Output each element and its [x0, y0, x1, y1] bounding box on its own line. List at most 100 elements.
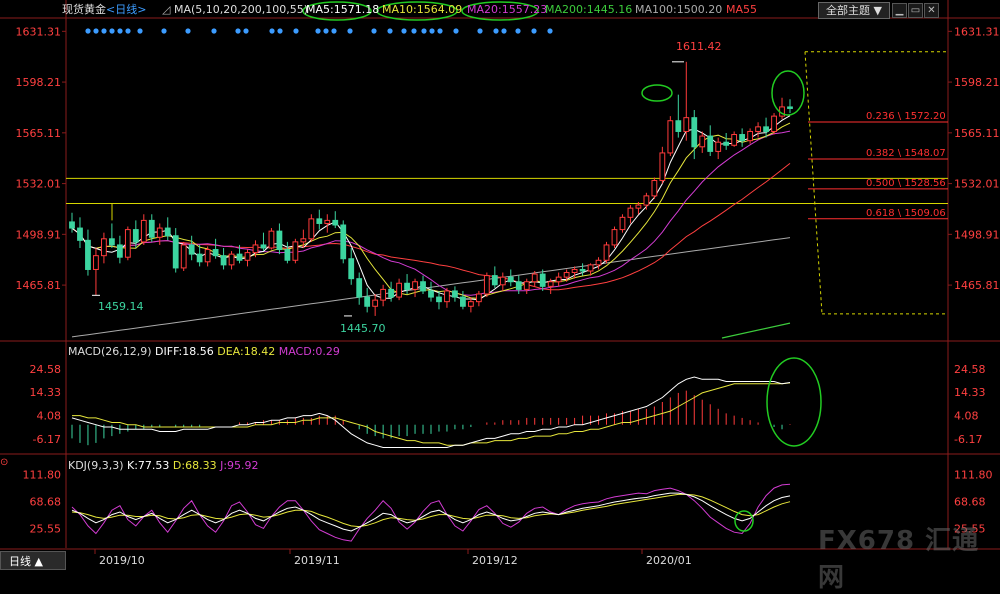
candle-body: [156, 227, 163, 238]
macd-y-label-right: -6.17: [954, 433, 982, 446]
candle-body: [268, 230, 275, 249]
candle-body: [771, 115, 777, 132]
y-tick-label-left: 1598.21: [16, 76, 62, 89]
candle-body: [499, 276, 506, 286]
candle-body: [420, 281, 426, 292]
candle-body: [531, 273, 538, 283]
candle-body: [507, 276, 514, 283]
candle-body: [635, 204, 642, 209]
low-price-label-2: 1445.70: [340, 322, 386, 335]
candle-body: [787, 106, 793, 109]
ma200-value: MA200:1445.16: [545, 3, 633, 16]
candle-body: [587, 264, 594, 272]
x-tick-label: 2019/11: [294, 554, 340, 567]
signal-dot: [109, 28, 115, 34]
signal-dot: [117, 28, 123, 34]
theme-select-button[interactable]: 全部主题 ▼: [818, 2, 890, 19]
candle-body: [691, 117, 698, 148]
candle-body: [611, 229, 618, 246]
fib-level-label: 0.618 \ 1509.06: [866, 208, 946, 219]
fib-range-diagonal: [804, 51, 823, 314]
period-label[interactable]: <日线>: [106, 3, 146, 16]
settings-dot-icon[interactable]: ⊙: [0, 457, 8, 468]
signal-dot: [137, 28, 143, 34]
kdj-label: KDJ(9,3,3): [68, 459, 124, 472]
candle-body: [555, 276, 562, 283]
ma200-line: [721, 322, 791, 339]
candle-body: [332, 219, 339, 226]
candle-body: [523, 281, 530, 290]
fib-level-label: 0.500 \ 1528.56: [866, 178, 946, 189]
candle-body: [93, 255, 99, 270]
y-tick-label-right: 1565.11: [954, 127, 1000, 140]
candle-body: [252, 244, 259, 254]
candle-body: [547, 281, 554, 287]
kdj-y-label-right: 68.68: [954, 496, 986, 509]
candle-body: [579, 268, 586, 272]
candle-body: [380, 288, 387, 301]
x-tick-label: 2019/12: [472, 554, 518, 567]
candle-body: [755, 126, 761, 132]
ma20-value: MA20:1557.23: [467, 3, 548, 16]
signal-dot: [401, 28, 407, 34]
highlight-ellipse-high: [641, 84, 673, 102]
signal-dot: [85, 28, 91, 34]
candle-body: [723, 141, 730, 146]
signal-dot: [235, 28, 241, 34]
period-tab[interactable]: 日线 ▲: [0, 551, 66, 570]
signal-dot: [531, 28, 537, 34]
x-tick-label: 2020/01: [646, 554, 692, 567]
candle-body: [124, 229, 131, 258]
signal-dot: [515, 28, 521, 34]
candle-body: [172, 235, 179, 269]
signal-dot: [411, 28, 417, 34]
candle-body: [651, 180, 658, 197]
ma5-value: MA5:1571.18: [306, 3, 380, 16]
candle-body: [316, 218, 323, 224]
y-tick-label-left: 1565.11: [16, 127, 62, 140]
signal-dot: [269, 28, 275, 34]
ma-settings-icon[interactable]: ◿: [162, 3, 170, 16]
minimize-button[interactable]: ▁: [892, 3, 907, 18]
candle-body: [244, 252, 251, 261]
candle-body: [276, 230, 283, 251]
signal-dot: [277, 28, 283, 34]
signal-dot: [315, 28, 321, 34]
candle-body: [571, 268, 578, 274]
kdj-y-label-left: 68.68: [30, 496, 62, 509]
signal-dot: [243, 28, 249, 34]
macd-diff-line: [71, 376, 791, 448]
signal-dot: [185, 28, 191, 34]
signal-dot: [293, 28, 299, 34]
candle-body: [595, 259, 602, 266]
kdj-y-label-right: 111.80: [954, 468, 993, 481]
signal-dot: [501, 28, 507, 34]
close-button[interactable]: ✕: [924, 3, 939, 18]
signal-dot: [161, 28, 167, 34]
signal-dot: [421, 28, 427, 34]
macd-y-label-left: -6.17: [33, 433, 61, 446]
candle-body: [108, 238, 115, 246]
candle-body: [563, 272, 570, 278]
candle-body: [452, 290, 458, 298]
signal-dot: [331, 28, 337, 34]
y-tick-label-right: 1465.81: [954, 279, 1000, 292]
candle-body: [101, 238, 107, 257]
candle-body: [228, 253, 235, 266]
signal-dot: [347, 28, 353, 34]
ma-params: MA(5,10,20,200,100,55): [174, 3, 309, 16]
theme-button-label: 全部主题: [826, 4, 871, 17]
macd-y-label-right: 24.58: [954, 363, 986, 376]
signal-dot: [429, 28, 435, 34]
period-tab-label: 日线: [9, 555, 31, 568]
y-tick-label-left: 1465.81: [16, 279, 62, 292]
candle-body: [308, 218, 315, 240]
y-tick-label-right: 1532.01: [954, 178, 1000, 191]
macd-y-label-right: 14.33: [954, 386, 986, 399]
low-price-label-1: 1459.14: [98, 300, 144, 313]
signal-dot: [211, 28, 217, 34]
candle-body: [85, 239, 91, 270]
candle-body: [683, 117, 690, 132]
candle-body: [220, 255, 227, 266]
maximize-button[interactable]: ▭: [908, 3, 923, 18]
